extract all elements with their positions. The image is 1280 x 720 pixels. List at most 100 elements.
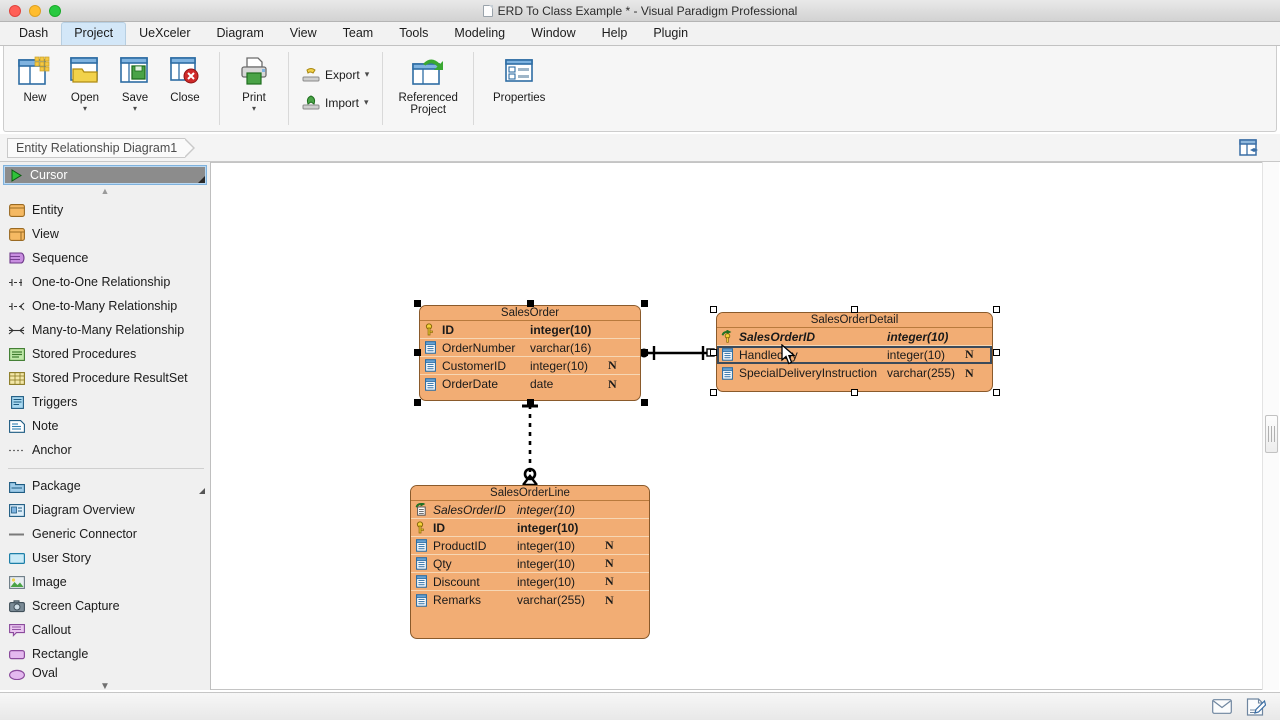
entity-salesorderline[interactable]: SalesOrderLine SalesOrderID integer(10) … [410, 485, 650, 639]
column-name: ID [442, 323, 454, 337]
entity-salesorder[interactable]: SalesOrder ID integer(10) OrderNumber va… [419, 305, 641, 401]
palette-cursor-expander-icon[interactable] [198, 176, 205, 183]
export-chevron-down-icon[interactable]: ▾ [365, 69, 370, 80]
palette-item-sequence[interactable]: Sequence [0, 246, 210, 270]
palette-item-rectangle[interactable]: Rectangle [0, 642, 210, 666]
palette-scroll-up-icon[interactable]: ▲ [0, 185, 210, 198]
generic-connector-icon [8, 527, 25, 542]
menu-tab-help[interactable]: Help [589, 22, 641, 45]
palette-item-diagram-overview[interactable]: Diagram Overview [0, 498, 210, 522]
open-button[interactable]: Open ▾ [60, 50, 110, 113]
column-type: integer(10) [887, 348, 945, 362]
open-chevron-down-icon[interactable]: ▾ [83, 105, 87, 113]
entity-salesorderline-row-remarks[interactable]: Remarks varchar(255) N [411, 591, 649, 609]
close-button[interactable]: Close [160, 50, 210, 104]
menu-tab-modeling[interactable]: Modeling [441, 22, 518, 45]
import-chevron-down-icon[interactable]: ▾ [364, 97, 369, 108]
entity-salesorder-row-ordernumber[interactable]: OrderNumber varchar(16) [420, 339, 640, 357]
save-chevron-down-icon[interactable]: ▾ [133, 105, 137, 113]
menu-tab-dash[interactable]: Dash [6, 22, 61, 45]
entity-salesorder-row-customerid[interactable]: CustomerID integer(10) N [420, 357, 640, 375]
palette-item-image[interactable]: Image [0, 570, 210, 594]
selection-handle-s[interactable] [851, 389, 858, 396]
selection-handle-n[interactable] [527, 300, 534, 307]
menu-tab-plugin[interactable]: Plugin [640, 22, 701, 45]
entity-salesorderdetail-row-specialdeliveryinstruction[interactable]: SpecialDeliveryInstruction varchar(255) … [717, 364, 992, 382]
menu-tab-uexceler[interactable]: UeXceler [126, 22, 203, 45]
canvas-vertical-scrollbar[interactable] [1262, 162, 1279, 690]
column-name: Discount [433, 575, 480, 589]
palette-item-view[interactable]: View [0, 222, 210, 246]
palette-item-many-to-many[interactable]: Many-to-Many Relationship [0, 318, 210, 342]
entity-salesorder-row-id[interactable]: ID integer(10) [420, 321, 640, 339]
column-icon [721, 367, 734, 380]
diagram-canvas[interactable]: SalesOrder ID integer(10) OrderNumber va… [211, 162, 1269, 690]
entity-salesorderdetail-row-salesorderid[interactable]: SalesOrderID integer(10) [717, 328, 992, 346]
export-button[interactable]: Export ▾ [296, 64, 375, 86]
properties-button[interactable]: Properties [483, 50, 555, 104]
menu-tab-diagram[interactable]: Diagram [204, 22, 277, 45]
palette-package-expander-icon[interactable] [199, 488, 205, 494]
save-button[interactable]: Save ▾ [110, 50, 160, 113]
print-button-label: Print [242, 92, 266, 104]
menu-tab-tools[interactable]: Tools [386, 22, 441, 45]
palette-item-user-story[interactable]: User Story [0, 546, 210, 570]
entity-salesorderline-row-qty[interactable]: Qty integer(10) N [411, 555, 649, 573]
referenced-project-button[interactable]: Referenced Project [392, 50, 464, 116]
palette-item-one-to-many[interactable]: One-to-Many Relationship [0, 294, 210, 318]
selection-handle-ne[interactable] [641, 300, 648, 307]
palette-item-stored-procedures[interactable]: Stored Procedures [0, 342, 210, 366]
new-button[interactable]: New [10, 50, 60, 104]
selection-handle-e[interactable] [641, 349, 648, 356]
selection-handle-nw[interactable] [414, 300, 421, 307]
canvas-vertical-scrollbar-thumb[interactable] [1265, 415, 1278, 453]
entity-salesorderdetail[interactable]: SalesOrderDetail SalesOrderID integer(10… [716, 312, 993, 392]
message-icon[interactable] [1212, 699, 1232, 714]
palette-scroll-down-icon[interactable]: ▼ [0, 680, 210, 690]
selection-handle-w[interactable] [710, 349, 717, 356]
print-chevron-down-icon[interactable]: ▾ [252, 105, 256, 113]
palette-item-generic-connector[interactable]: Generic Connector [0, 522, 210, 546]
selection-handle-s[interactable] [527, 399, 534, 406]
selection-handle-n[interactable] [851, 306, 858, 313]
menu-tab-team[interactable]: Team [330, 22, 387, 45]
palette-item-cursor-label: Cursor [30, 168, 68, 182]
entity-salesorderline-row-id[interactable]: ID integer(10) [411, 519, 649, 537]
palette-item-stored-procedure-resultset[interactable]: Stored Procedure ResultSet [0, 366, 210, 390]
relationship-connectors-layer [211, 163, 1269, 690]
palette-item-oval[interactable]: Oval [0, 666, 210, 680]
selection-handle-sw[interactable] [414, 399, 421, 406]
selection-handle-se[interactable] [641, 399, 648, 406]
selection-handle-e[interactable] [993, 349, 1000, 356]
palette-item-one-to-one[interactable]: One-to-One Relationship [0, 270, 210, 294]
menu-tab-view[interactable]: View [277, 22, 330, 45]
selection-handle-ne[interactable] [993, 306, 1000, 313]
entity-salesorderline-row-productid[interactable]: ProductID integer(10) N [411, 537, 649, 555]
palette-item-note[interactable]: Note [0, 414, 210, 438]
menu-tab-window[interactable]: Window [518, 22, 588, 45]
entity-salesorderdetail-row-handledby[interactable]: HandledBy integer(10) N [717, 346, 992, 364]
palette-item-cursor[interactable]: Cursor [3, 165, 207, 185]
palette-item-entity[interactable]: Entity [0, 198, 210, 222]
diagram-layers-icon[interactable] [1238, 139, 1258, 157]
selection-handle-w[interactable] [414, 349, 421, 356]
selection-handle-se[interactable] [993, 389, 1000, 396]
import-button[interactable]: Import ▾ [296, 92, 375, 114]
save-button-label: Save [122, 92, 148, 104]
palette-item-callout[interactable]: Callout [0, 618, 210, 642]
palette-item-package[interactable]: Package [0, 474, 210, 498]
menu-tab-project[interactable]: Project [61, 22, 126, 45]
selection-handle-sw[interactable] [710, 389, 717, 396]
entity-salesorderline-row-discount[interactable]: Discount integer(10) N [411, 573, 649, 591]
palette-item-screen-capture[interactable]: Screen Capture [0, 594, 210, 618]
breadcrumb-diagram[interactable]: Entity Relationship Diagram1 [7, 138, 185, 158]
entity-salesorderline-row-salesorderid[interactable]: SalesOrderID integer(10) [411, 501, 649, 519]
print-button[interactable]: Print ▾ [229, 50, 279, 113]
palette-item-anchor[interactable]: Anchor [0, 438, 210, 462]
entity-salesorder-row-orderdate[interactable]: OrderDate date N [420, 375, 640, 393]
selection-handle-nw[interactable] [710, 306, 717, 313]
connector-salesorder-salesorderline [522, 405, 538, 485]
palette-item-triggers[interactable]: Triggers [0, 390, 210, 414]
package-icon [8, 479, 25, 494]
edit-note-icon[interactable] [1246, 698, 1266, 716]
